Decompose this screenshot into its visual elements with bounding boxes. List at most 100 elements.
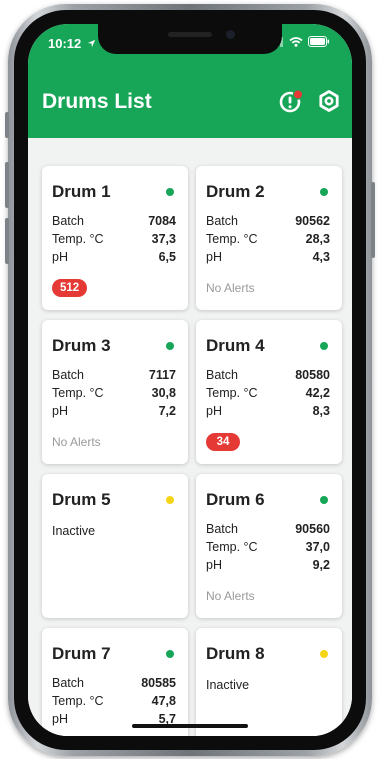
inactive-text: Inactive: [206, 678, 250, 692]
batch-label: Batch: [52, 214, 84, 228]
batch-row: Batch 90562: [206, 214, 330, 231]
drum-card-2[interactable]: Drum 2 Batch 90562 Temp. °C 28,3 pH 4,3 …: [196, 166, 342, 310]
drum-name: Drum 6: [206, 490, 265, 509]
batch-row: Batch 80580: [206, 368, 330, 385]
ph-label: pH: [206, 404, 222, 418]
batch-label: Batch: [206, 522, 238, 536]
ph-row: pH 6,5: [52, 250, 176, 267]
batch-label: Batch: [52, 368, 84, 382]
drum-card-3[interactable]: Drum 3 Batch 7117 Temp. °C 30,8 pH 7,2 N…: [42, 320, 188, 464]
status-dot-active: [320, 496, 328, 504]
ph-row: pH 8,3: [206, 404, 330, 421]
drum-name: Drum 4: [206, 336, 265, 355]
ph-row: pH 9,2: [206, 558, 330, 575]
speaker-grille: [168, 32, 212, 37]
drum-name: Drum 5: [52, 490, 111, 509]
batch-value: 80585: [141, 676, 176, 690]
batch-label: Batch: [206, 214, 238, 228]
temp-row: Temp. °C 28,3: [206, 232, 330, 249]
status-dot-inactive: [166, 496, 174, 504]
temp-label: Temp. °C: [52, 232, 104, 246]
temp-row: Temp. °C 30,8: [52, 386, 176, 403]
ph-label: pH: [52, 250, 68, 264]
drum-name: Drum 1: [52, 182, 111, 201]
status-dot-active: [166, 188, 174, 196]
batch-row: Batch 7117: [52, 368, 176, 385]
temp-value: 28,3: [305, 232, 330, 246]
temp-row: Temp. °C 42,2: [206, 386, 330, 403]
ph-label: pH: [52, 712, 68, 726]
status-dot-active: [166, 650, 174, 658]
ph-row: pH 4,3: [206, 250, 330, 267]
batch-value: 7084: [148, 214, 176, 228]
alert-icon: [279, 89, 304, 113]
location-arrow-icon: [87, 39, 95, 48]
camera-notch: [98, 24, 282, 54]
ph-row: pH 7,2: [52, 404, 176, 421]
temp-label: Temp. °C: [206, 232, 258, 246]
temp-value: 37,3: [151, 232, 176, 246]
ph-label: pH: [206, 250, 222, 264]
app-screen: 10:12 Drums List Drum 1 Batch 7084 Temp.…: [28, 24, 352, 736]
batch-label: Batch: [52, 676, 84, 690]
temp-value: 42,2: [305, 386, 330, 400]
drum-card-7[interactable]: Drum 7 Batch 80585 Temp. °C 47,8 pH 5,7: [42, 628, 188, 736]
ph-value: 8,3: [312, 404, 330, 418]
temp-label: Temp. °C: [206, 540, 258, 554]
mute-switch: [5, 112, 9, 138]
ph-value: 4,3: [312, 250, 330, 264]
temp-row: Temp. °C 47,8: [52, 694, 176, 711]
drum-card-4[interactable]: Drum 4 Batch 80580 Temp. °C 42,2 pH 8,3 …: [196, 320, 342, 464]
page-title: Drums List: [42, 90, 152, 113]
ph-value: 9,2: [312, 558, 330, 572]
home-indicator[interactable]: [132, 724, 248, 728]
batch-value: 90562: [295, 214, 330, 228]
alert-count-badge[interactable]: 34: [206, 433, 240, 451]
ph-value: 7,2: [158, 404, 176, 418]
ph-value: 6,5: [158, 250, 176, 264]
batch-value: 90560: [295, 522, 330, 536]
inactive-text: Inactive: [52, 524, 96, 538]
status-time-text: 10:12: [48, 36, 82, 51]
settings-button[interactable]: [314, 86, 344, 116]
ph-label: pH: [206, 558, 222, 572]
temp-value: 30,8: [151, 386, 176, 400]
power-button: [371, 182, 375, 258]
temp-label: Temp. °C: [206, 386, 258, 400]
temp-label: Temp. °C: [52, 694, 104, 708]
alert-count-badge[interactable]: 512: [52, 279, 88, 297]
drum-name: Drum 2: [206, 182, 265, 201]
status-dot-active: [320, 188, 328, 196]
alerts-button[interactable]: [276, 86, 306, 116]
temp-row: Temp. °C 37,0: [206, 540, 330, 557]
status-time: 10:12: [48, 36, 96, 51]
status-dot-active: [320, 342, 328, 350]
batch-row: Batch 90560: [206, 522, 330, 539]
status-dot-active: [166, 342, 174, 350]
temp-value: 37,0: [305, 540, 330, 554]
batch-row: Batch 80585: [52, 676, 176, 693]
volume-up-button: [5, 162, 9, 208]
drum-name: Drum 8: [206, 644, 265, 663]
drum-card-5[interactable]: Drum 5 Inactive: [42, 474, 188, 618]
ph-label: pH: [52, 404, 68, 418]
no-alerts-text: No Alerts: [206, 589, 255, 603]
gear-icon: [319, 90, 339, 112]
batch-value: 7117: [148, 368, 176, 382]
batch-row: Batch 7084: [52, 214, 176, 231]
drum-name: Drum 3: [52, 336, 111, 355]
drum-card-8[interactable]: Drum 8 Inactive: [196, 628, 342, 736]
volume-down-button: [5, 218, 9, 264]
battery-icon: [308, 36, 330, 47]
temp-row: Temp. °C 37,3: [52, 232, 176, 249]
drums-grid: Drum 1 Batch 7084 Temp. °C 37,3 pH 6,5 5…: [28, 138, 352, 736]
temp-value: 47,8: [151, 694, 176, 708]
wifi-icon: [289, 36, 303, 47]
temp-label: Temp. °C: [52, 386, 104, 400]
status-dot-inactive: [320, 650, 328, 658]
drum-card-1[interactable]: Drum 1 Batch 7084 Temp. °C 37,3 pH 6,5 5…: [42, 166, 188, 310]
no-alerts-text: No Alerts: [52, 435, 101, 449]
drum-card-6[interactable]: Drum 6 Batch 90560 Temp. °C 37,0 pH 9,2 …: [196, 474, 342, 618]
front-camera: [226, 30, 235, 39]
drum-name: Drum 7: [52, 644, 111, 663]
